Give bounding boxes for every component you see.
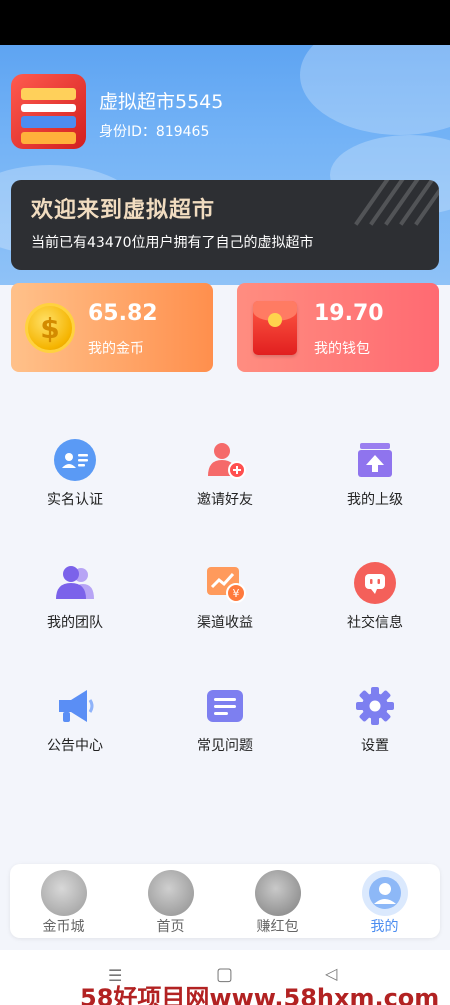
wallet-label: 我的钱包 <box>314 341 370 357</box>
faq-doc-icon <box>207 690 243 722</box>
tab-coin-city[interactable]: 金币城 <box>10 864 117 938</box>
profile-icon <box>362 870 408 916</box>
menu-item-label: 渠道收益 <box>197 615 253 631</box>
menu-item-superior[interactable]: 我的上级 <box>300 438 450 528</box>
tab-earn-red-envelope[interactable]: 赚红包 <box>224 864 331 938</box>
user-name: 虚拟超市5545 <box>99 91 224 113</box>
tab-label: 首页 <box>156 919 185 935</box>
menu-item-invite[interactable]: 邀请好友 <box>150 438 300 528</box>
menu-item-label: 设置 <box>361 738 389 754</box>
watermark-text: 58好项目网www.58hxm.com <box>80 984 440 1005</box>
status-bar <box>0 0 450 45</box>
tab-mine[interactable]: 我的 <box>331 864 438 938</box>
my-wallet-card[interactable]: 19.70 我的钱包 <box>237 283 439 372</box>
gold-label: 我的金币 <box>88 341 144 357</box>
welcome-banner: 欢迎来到虚拟超市 当前已有43470位用户拥有了自己的虚拟超市 <box>11 180 439 270</box>
income-chart-icon: ¥ <box>207 567 246 603</box>
menu-item-label: 社交信息 <box>347 615 403 631</box>
gold-coin-icon: $ <box>25 303 75 353</box>
coin-city-icon <box>41 870 87 916</box>
id-card-icon <box>54 439 96 481</box>
menu-item-social[interactable]: 社交信息 <box>300 561 450 651</box>
avatar[interactable] <box>11 74 86 149</box>
svg-text:¥: ¥ <box>233 587 240 600</box>
menu-item-label: 公告中心 <box>47 738 103 754</box>
menu-item-settings[interactable]: 设置 <box>300 684 450 774</box>
tab-home[interactable]: 首页 <box>117 864 224 938</box>
menu-item-real-name[interactable]: 实名认证 <box>0 438 150 528</box>
banner-title: 欢迎来到虚拟超市 <box>31 198 216 223</box>
tab-label: 金币城 <box>42 919 85 935</box>
gold-value: 65.82 <box>88 301 158 326</box>
red-envelope-icon <box>255 870 301 916</box>
menu-item-label: 邀请好友 <box>197 492 253 508</box>
menu-item-faq[interactable]: 常见问题 <box>150 684 300 774</box>
wallet-value: 19.70 <box>314 301 384 326</box>
megaphone-icon <box>59 690 94 722</box>
menu-item-channel-income[interactable]: ¥ 渠道收益 <box>150 561 300 651</box>
chat-bubble-icon <box>354 562 396 604</box>
team-icon <box>56 566 94 599</box>
tab-label: 赚红包 <box>256 919 299 935</box>
menu-item-team[interactable]: 我的团队 <box>0 561 150 651</box>
red-envelope-icon <box>253 301 297 355</box>
user-id-value: 819465 <box>155 124 210 140</box>
gear-icon <box>356 687 394 725</box>
user-id: 身份ID：819465 <box>99 121 209 141</box>
banner-subtitle: 当前已有43470位用户拥有了自己的虚拟超市 <box>31 235 314 251</box>
my-gold-card[interactable]: $ 65.82 我的金币 <box>11 283 213 372</box>
menu-item-label: 常见问题 <box>197 738 253 754</box>
home-icon <box>148 870 194 916</box>
user-id-label: 身份ID： <box>99 124 156 140</box>
menu-item-label: 我的团队 <box>47 615 103 631</box>
tab-label: 我的 <box>370 919 399 935</box>
menu-item-label: 实名认证 <box>47 492 103 508</box>
menu-item-announcements[interactable]: 公告中心 <box>0 684 150 774</box>
add-user-icon <box>208 443 246 479</box>
upload-box-icon <box>358 443 392 477</box>
menu-item-label: 我的上级 <box>347 492 403 508</box>
bottom-nav: 金币城 首页 赚红包 我的 <box>10 864 440 938</box>
